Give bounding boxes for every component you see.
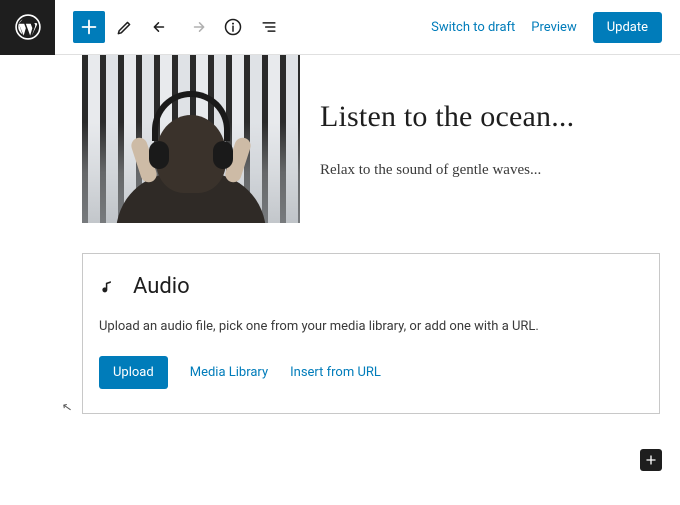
text-column: Listen to the ocean... Relax to the soun… <box>320 100 660 179</box>
undo-icon <box>151 17 171 37</box>
plus-icon <box>643 452 659 468</box>
block-inserter-button[interactable] <box>640 449 662 471</box>
plus-icon <box>78 16 100 38</box>
wordpress-icon <box>15 14 41 40</box>
add-block-button[interactable] <box>73 11 105 43</box>
edit-tool-button[interactable] <box>109 11 141 43</box>
image-silhouette <box>116 83 266 223</box>
redo-button[interactable] <box>181 11 213 43</box>
music-note-icon <box>99 277 119 297</box>
info-button[interactable] <box>217 11 249 43</box>
featured-image[interactable] <box>82 55 300 223</box>
preview-button[interactable]: Preview <box>531 20 576 35</box>
audio-block-description: Upload an audio file, pick one from your… <box>99 319 643 334</box>
update-button[interactable]: Update <box>593 12 662 43</box>
editor-canvas: Listen to the ocean... Relax to the soun… <box>0 55 680 414</box>
audio-block-placeholder[interactable]: Audio Upload an audio file, pick one fro… <box>82 253 660 414</box>
upload-button[interactable]: Upload <box>99 356 168 389</box>
toolbar-left <box>55 11 285 43</box>
media-library-button[interactable]: Media Library <box>190 365 268 380</box>
wordpress-logo[interactable] <box>0 0 55 55</box>
insert-from-url-button[interactable]: Insert from URL <box>290 365 381 380</box>
mouse-cursor: ↖ <box>61 399 73 415</box>
post-title[interactable]: Listen to the ocean... <box>320 100 660 134</box>
info-icon <box>223 17 243 37</box>
post-subtitle[interactable]: Relax to the sound of gentle waves... <box>320 162 660 179</box>
media-text-block[interactable]: Listen to the ocean... Relax to the soun… <box>82 55 660 223</box>
switch-to-draft-button[interactable]: Switch to draft <box>431 20 515 35</box>
toolbar-right: Switch to draft Preview Update <box>431 12 680 43</box>
editor-topbar: Switch to draft Preview Update <box>0 0 680 55</box>
redo-icon <box>187 17 207 37</box>
list-outline-icon <box>259 17 279 37</box>
audio-block-header: Audio <box>99 274 643 299</box>
audio-block-title: Audio <box>133 274 190 299</box>
undo-button[interactable] <box>145 11 177 43</box>
pencil-icon <box>115 17 135 37</box>
outline-button[interactable] <box>253 11 285 43</box>
audio-block-actions: Upload Media Library Insert from URL <box>99 356 643 389</box>
